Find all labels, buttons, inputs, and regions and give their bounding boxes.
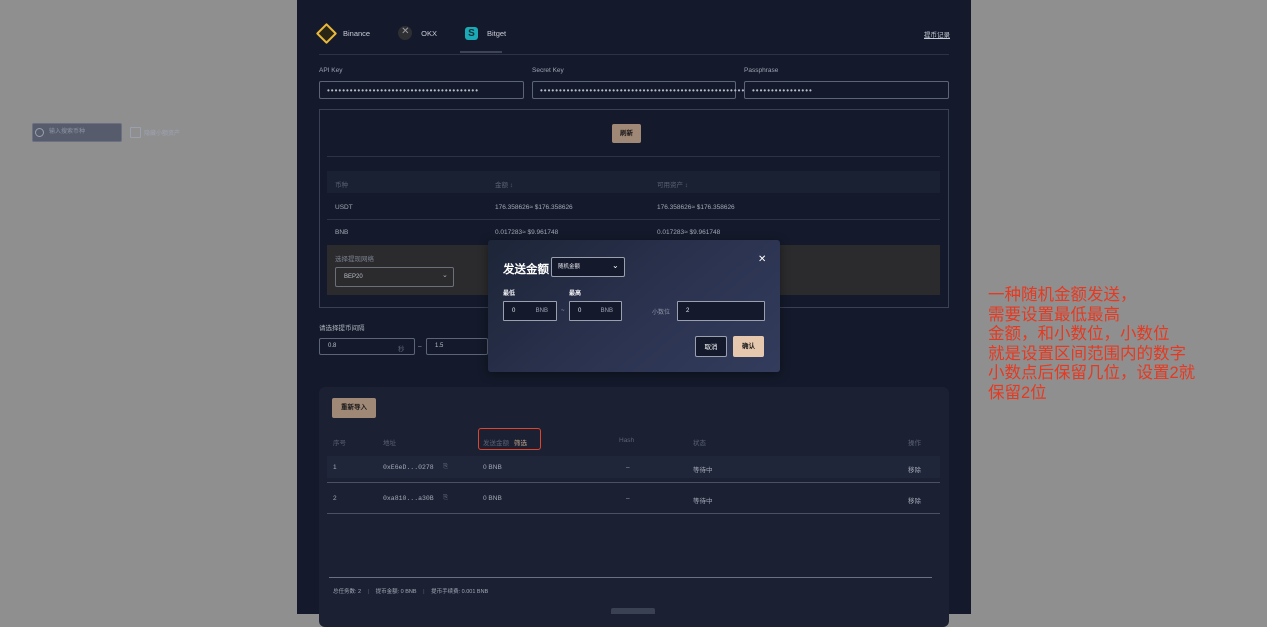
summary-separator: | (367, 589, 370, 595)
header-action: 操作 (908, 440, 921, 447)
decimal-input[interactable]: 2 (677, 301, 765, 321)
passphrase-label: Passphrase (744, 67, 779, 74)
modal-title: 发送金额 (503, 264, 549, 276)
reimport-button[interactable]: 重新导入 (332, 398, 376, 418)
note-line: 小数点后保留几位，设置2就 (988, 364, 1196, 382)
bitget-icon: S (464, 26, 478, 40)
min-amount-input[interactable]: 0 BNB (503, 301, 557, 321)
hide-small-label: 隐藏小额资产 (144, 131, 181, 137)
header-hash: Hash (619, 437, 635, 444)
row-status: 等待中 (693, 467, 713, 474)
asset-available: 0.017283≈ $9.961748 (657, 229, 721, 236)
tab-label: Bitget (486, 28, 507, 38)
hide-small-checkbox[interactable] (130, 127, 141, 138)
note-line: 一种随机金额发送， (988, 286, 1137, 304)
network-label: 选择提现网络 (335, 256, 374, 263)
cancel-button[interactable]: 取消 (695, 336, 727, 357)
divider (329, 577, 932, 578)
interval-max-input[interactable]: 1.5 (426, 338, 488, 355)
header-coin: 币种 (335, 182, 348, 189)
summary-total: 总任务数: 2 (333, 589, 362, 595)
copy-icon[interactable]: ⎘ (443, 494, 448, 502)
tab-bitget[interactable]: S Bitget (464, 24, 507, 42)
secret-key-label: Secret Key (532, 67, 564, 74)
summary-amount: 提币金额: 0 BNB (375, 589, 417, 595)
interval-label: 请选择提币间隔 (319, 325, 365, 332)
api-key-label: API Key (319, 67, 343, 74)
asset-coin: USDT (335, 204, 353, 211)
row-status: 等待中 (693, 498, 713, 505)
summary-separator: | (423, 589, 425, 595)
close-icon[interactable]: ✕ (758, 254, 766, 265)
withdraw-records-link[interactable]: 提币记录 (924, 29, 950, 39)
passphrase-input[interactable]: •••••••••••••••• (744, 81, 949, 99)
unit-label: BNB (535, 308, 548, 314)
header-available[interactable]: 可用资产 ↕ (657, 179, 688, 189)
decimal-value: 2 (686, 308, 690, 314)
header-amount[interactable]: 金额 ↕ (495, 179, 513, 189)
asset-amount: 176.358626≈ $176.358626 (495, 204, 573, 211)
active-tab-indicator (460, 51, 502, 53)
header-status: 状态 (693, 440, 706, 447)
note-line: 就是设置区间范围内的数字 (988, 344, 1186, 363)
row-no: 2 (333, 495, 337, 502)
unit-label: BNB (600, 308, 613, 314)
api-key-input[interactable]: •••••••••••••••••••••••••••••••••••••••• (319, 81, 524, 99)
tab-label: Binance (343, 28, 371, 38)
max-label: 最高 (569, 291, 582, 297)
note-line: 金额，和小数位，小数位 (988, 325, 1170, 343)
row-no: 1 (333, 464, 337, 471)
remove-button[interactable]: 移除 (908, 495, 921, 505)
max-amount-input[interactable]: 0 BNB (569, 301, 622, 321)
row-amount: 0 BNB (483, 464, 502, 471)
annotation-highlight-box (478, 428, 541, 450)
tab-label: OKX (421, 28, 437, 38)
header-no: 序号 (333, 440, 346, 447)
annotation-note: 一种随机金额发送， 需要设置最低最高 金额，和小数位，小数位 就是设置区间范围内… (988, 286, 1258, 403)
secret-key-input[interactable]: ••••••••••••••••••••••••••••••••••••••••… (532, 81, 771, 99)
interval-unit: 秒 (398, 346, 405, 353)
binance-icon (315, 22, 338, 44)
row-address: 0xa810...a30B (383, 495, 434, 502)
row-address: 0xE6eD...0278 (383, 464, 434, 471)
divider (327, 156, 940, 157)
search-icon (35, 128, 44, 137)
exchange-tabs: Binance OKX S Bitget (315, 22, 534, 44)
tab-okx[interactable]: OKX (398, 24, 437, 42)
min-amount-value: 0 (512, 308, 516, 314)
decimal-label: 小数位 (652, 310, 671, 316)
start-button-stub[interactable] (611, 608, 655, 614)
asset-coin: BNB (335, 229, 349, 236)
row-amount: 0 BNB (483, 495, 502, 502)
copy-icon[interactable]: ⎘ (443, 463, 448, 471)
confirm-button[interactable]: 确认 (733, 336, 764, 357)
chevron-down-icon: ⌄ (442, 272, 448, 279)
refresh-button[interactable]: 刷新 (612, 124, 641, 143)
remove-button[interactable]: 移除 (908, 464, 921, 474)
network-select[interactable]: BEP20 (335, 267, 454, 287)
divider (327, 482, 940, 483)
note-line: 需要设置最低最高 (988, 305, 1120, 324)
min-label: 最低 (503, 291, 516, 297)
asset-available: 176.358626≈ $176.358626 (657, 204, 735, 211)
max-amount-value: 0 (578, 308, 582, 314)
summary-fee: 提币手续费: 0.001 BNB (431, 589, 489, 595)
row-hash: – (626, 495, 630, 502)
header-address: 地址 (383, 440, 396, 447)
row-hash: – (626, 464, 630, 471)
okx-icon (398, 26, 413, 40)
coin-search-input[interactable]: 输入搜索币种 (32, 123, 122, 142)
note-line: 保留2位 (988, 383, 1047, 402)
asset-table-header (327, 171, 940, 193)
range-separator: ~ (561, 308, 565, 314)
task-summary: 总任务数: 2 | 提币金额: 0 BNB | 提币手续费: 0.001 BNB (333, 587, 488, 595)
divider (327, 219, 940, 220)
divider (327, 513, 940, 514)
asset-amount: 0.017283≈ $9.961748 (495, 229, 559, 236)
send-amount-modal: 发送金额 随机金额 ⌄ ✕ 最低 最高 0 BNB ~ 0 BNB 小数位 2 … (488, 240, 780, 372)
divider (319, 54, 949, 55)
tab-binance[interactable]: Binance (315, 22, 371, 44)
interval-separator: – (418, 343, 422, 350)
chevron-down-icon: ⌄ (612, 261, 619, 270)
